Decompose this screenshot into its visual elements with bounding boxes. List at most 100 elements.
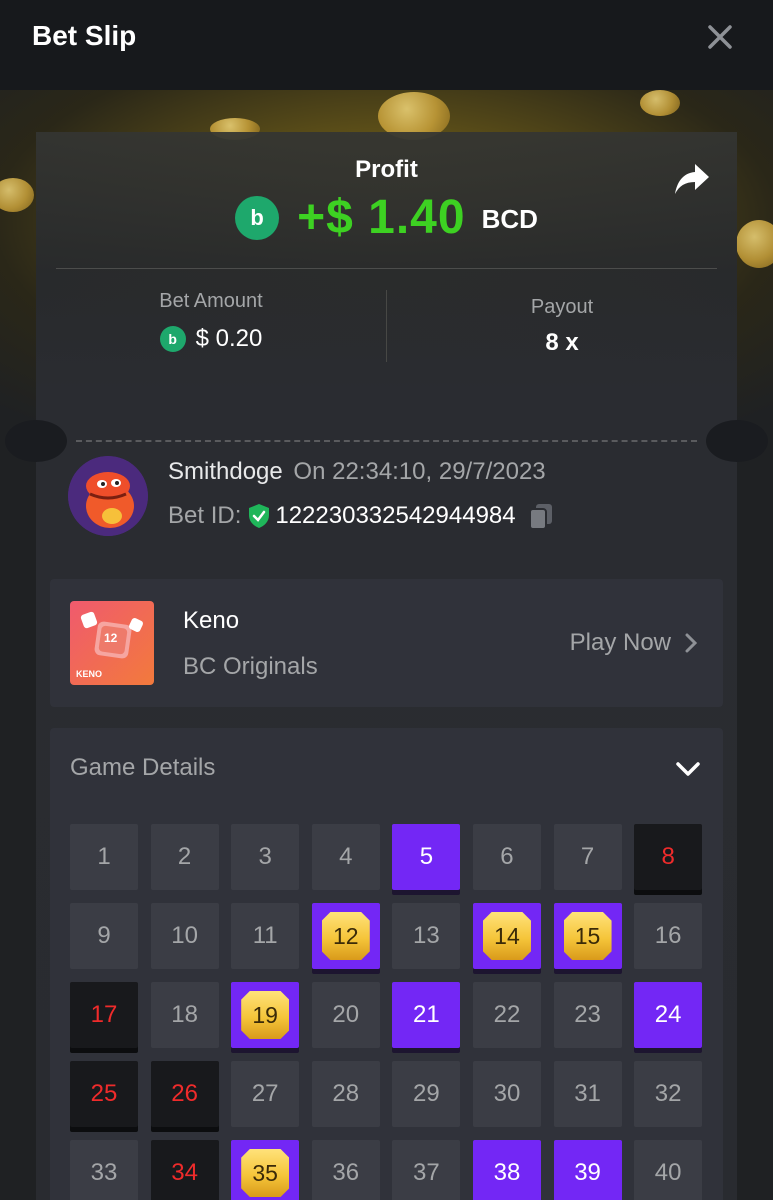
keno-cell-number: 30 — [493, 1080, 521, 1107]
copy-icon[interactable] — [528, 502, 554, 530]
bet-card: Profit b +$ 1.40 BCD Bet Amount b $ 0.20… — [5, 132, 768, 1200]
dashed-divider — [76, 440, 697, 442]
keno-cell-21[interactable]: 21 — [392, 982, 461, 1048]
keno-cell-24[interactable]: 24 — [634, 982, 703, 1048]
keno-cell-31[interactable]: 31 — [553, 1061, 622, 1127]
gem-icon: 19 — [241, 991, 290, 1039]
ticket-notch-right — [706, 420, 768, 462]
chevron-right-icon — [685, 633, 697, 653]
keno-cell-22[interactable]: 22 — [472, 982, 541, 1048]
page-title: Bet Slip — [32, 20, 137, 51]
game-card[interactable]: 12 KENO Keno BC Originals Play Now — [50, 579, 723, 707]
keno-cell-number: 40 — [654, 1159, 682, 1186]
keno-cell-37[interactable]: 37 — [392, 1140, 461, 1200]
keno-cell-6[interactable]: 6 — [472, 824, 541, 890]
verified-shield-icon — [249, 504, 270, 528]
keno-cell-29[interactable]: 29 — [392, 1061, 461, 1127]
keno-cell-number: 26 — [171, 1080, 198, 1107]
keno-cell-38[interactable]: 38 — [472, 1140, 541, 1200]
keno-cell-14[interactable]: 14 — [472, 903, 541, 969]
keno-cell-number: 34 — [171, 1159, 198, 1186]
bet-timestamp: On 22:34:10, 29/7/2023 — [293, 458, 546, 485]
keno-cell-33[interactable]: 33 — [70, 1140, 138, 1200]
currency-label: BCD — [481, 204, 538, 234]
keno-cell-40[interactable]: 40 — [634, 1140, 703, 1200]
keno-cell-10[interactable]: 10 — [150, 903, 219, 969]
gem-icon: 15 — [563, 912, 612, 960]
keno-cell-12[interactable]: 12 — [311, 903, 380, 969]
keno-cell-23[interactable]: 23 — [553, 982, 622, 1048]
keno-cell-number: 17 — [90, 1001, 118, 1028]
keno-cell-2[interactable]: 2 — [150, 824, 219, 890]
share-icon[interactable] — [673, 162, 711, 196]
keno-cell-5[interactable]: 5 — [392, 824, 461, 890]
keno-cell-number: 1 — [97, 843, 111, 870]
keno-cell-number: 22 — [493, 1001, 521, 1028]
keno-cell-number: 29 — [413, 1080, 440, 1107]
keno-cell-16[interactable]: 16 — [634, 903, 703, 969]
keno-number-grid: 1 2 3 4 5 6 7 8 9 10 11 12 13 14 15 16 17 18 19 20 21 22 23 24 2… — [70, 824, 703, 1200]
keno-cell-number: 20 — [332, 1001, 360, 1028]
keno-cell-27[interactable]: 27 — [231, 1061, 300, 1127]
keno-cell-3[interactable]: 3 — [231, 824, 300, 890]
keno-cell-number: 10 — [171, 922, 198, 949]
bet-id-line: Bet ID: 122230332542944984 — [168, 502, 554, 530]
keno-cell-number: 3 — [258, 843, 272, 870]
keno-cell-39[interactable]: 39 — [553, 1140, 622, 1200]
keno-cell-20[interactable]: 20 — [311, 982, 380, 1048]
keno-cell-36[interactable]: 36 — [311, 1140, 380, 1200]
keno-cell-34[interactable]: 34 — [150, 1140, 219, 1200]
bet-amount-row: b $ 0.20 — [36, 325, 386, 353]
profit-row: b +$ 1.40 BCD — [36, 190, 737, 245]
gem-icon: 12 — [321, 912, 370, 960]
profit-label: Profit — [355, 156, 418, 183]
game-details-title[interactable]: Game Details — [70, 754, 215, 782]
profit-value: +$ 1.40 — [297, 191, 466, 244]
bet-slip-content: Profit b +$ 1.40 BCD Bet Amount b $ 0.20… — [0, 90, 773, 1200]
keno-cell-15[interactable]: 15 — [553, 903, 622, 969]
keno-thumbnail[interactable]: 12 KENO — [70, 601, 154, 685]
ticket-notch-left — [5, 420, 67, 462]
keno-cell-17[interactable]: 17 — [70, 982, 138, 1048]
play-now-button[interactable]: Play Now — [570, 629, 697, 657]
keno-cell-28[interactable]: 28 — [311, 1061, 380, 1127]
keno-cell-number: 25 — [90, 1080, 118, 1107]
keno-cell-8[interactable]: 8 — [634, 824, 703, 890]
payout-section: Payout 8 x — [387, 296, 737, 357]
keno-cell-number: 23 — [574, 1001, 601, 1028]
decorative-coin — [736, 220, 773, 268]
keno-cell-25[interactable]: 25 — [70, 1061, 138, 1127]
keno-cell-18[interactable]: 18 — [150, 982, 219, 1048]
keno-cell-30[interactable]: 30 — [472, 1061, 541, 1127]
keno-cell-number: 37 — [413, 1159, 440, 1186]
keno-cell-7[interactable]: 7 — [553, 824, 622, 890]
bc-coin-icon: b — [235, 195, 280, 240]
avatar[interactable] — [68, 456, 148, 536]
username[interactable]: Smithdoge — [168, 458, 283, 485]
keno-cell-1[interactable]: 1 — [70, 824, 138, 890]
close-icon[interactable] — [707, 24, 733, 50]
keno-cell-11[interactable]: 11 — [231, 903, 300, 969]
gem-icon: 35 — [241, 1149, 290, 1197]
gem-icon: 14 — [482, 912, 531, 960]
keno-cell-number: 8 — [661, 843, 675, 870]
keno-cell-13[interactable]: 13 — [392, 903, 461, 969]
keno-cell-number: 27 — [251, 1080, 279, 1107]
header-bar: Bet Slip — [0, 0, 773, 90]
keno-cell-number: 21 — [413, 1001, 440, 1028]
chevron-down-icon[interactable] — [675, 760, 701, 778]
keno-cell-number: 36 — [332, 1159, 360, 1186]
keno-cell-19[interactable]: 19 — [231, 982, 300, 1048]
keno-cell-number: 38 — [493, 1159, 521, 1186]
keno-cell-26[interactable]: 26 — [150, 1061, 219, 1127]
keno-cell-4[interactable]: 4 — [311, 824, 380, 890]
keno-cell-9[interactable]: 9 — [70, 903, 138, 969]
keno-cell-number: 18 — [171, 1001, 198, 1028]
keno-cell-number: 6 — [500, 843, 514, 870]
keno-cell-number: 28 — [332, 1080, 360, 1107]
keno-cell-number: 11 — [252, 922, 278, 949]
keno-cell-35[interactable]: 35 — [231, 1140, 300, 1200]
game-details-panel: Game Details 1 2 3 4 5 6 7 8 9 10 11 12 13 14 15 16 17 18… — [50, 728, 723, 1200]
keno-cell-32[interactable]: 32 — [634, 1061, 703, 1127]
bet-id-value: 122230332542944984 — [275, 502, 516, 529]
